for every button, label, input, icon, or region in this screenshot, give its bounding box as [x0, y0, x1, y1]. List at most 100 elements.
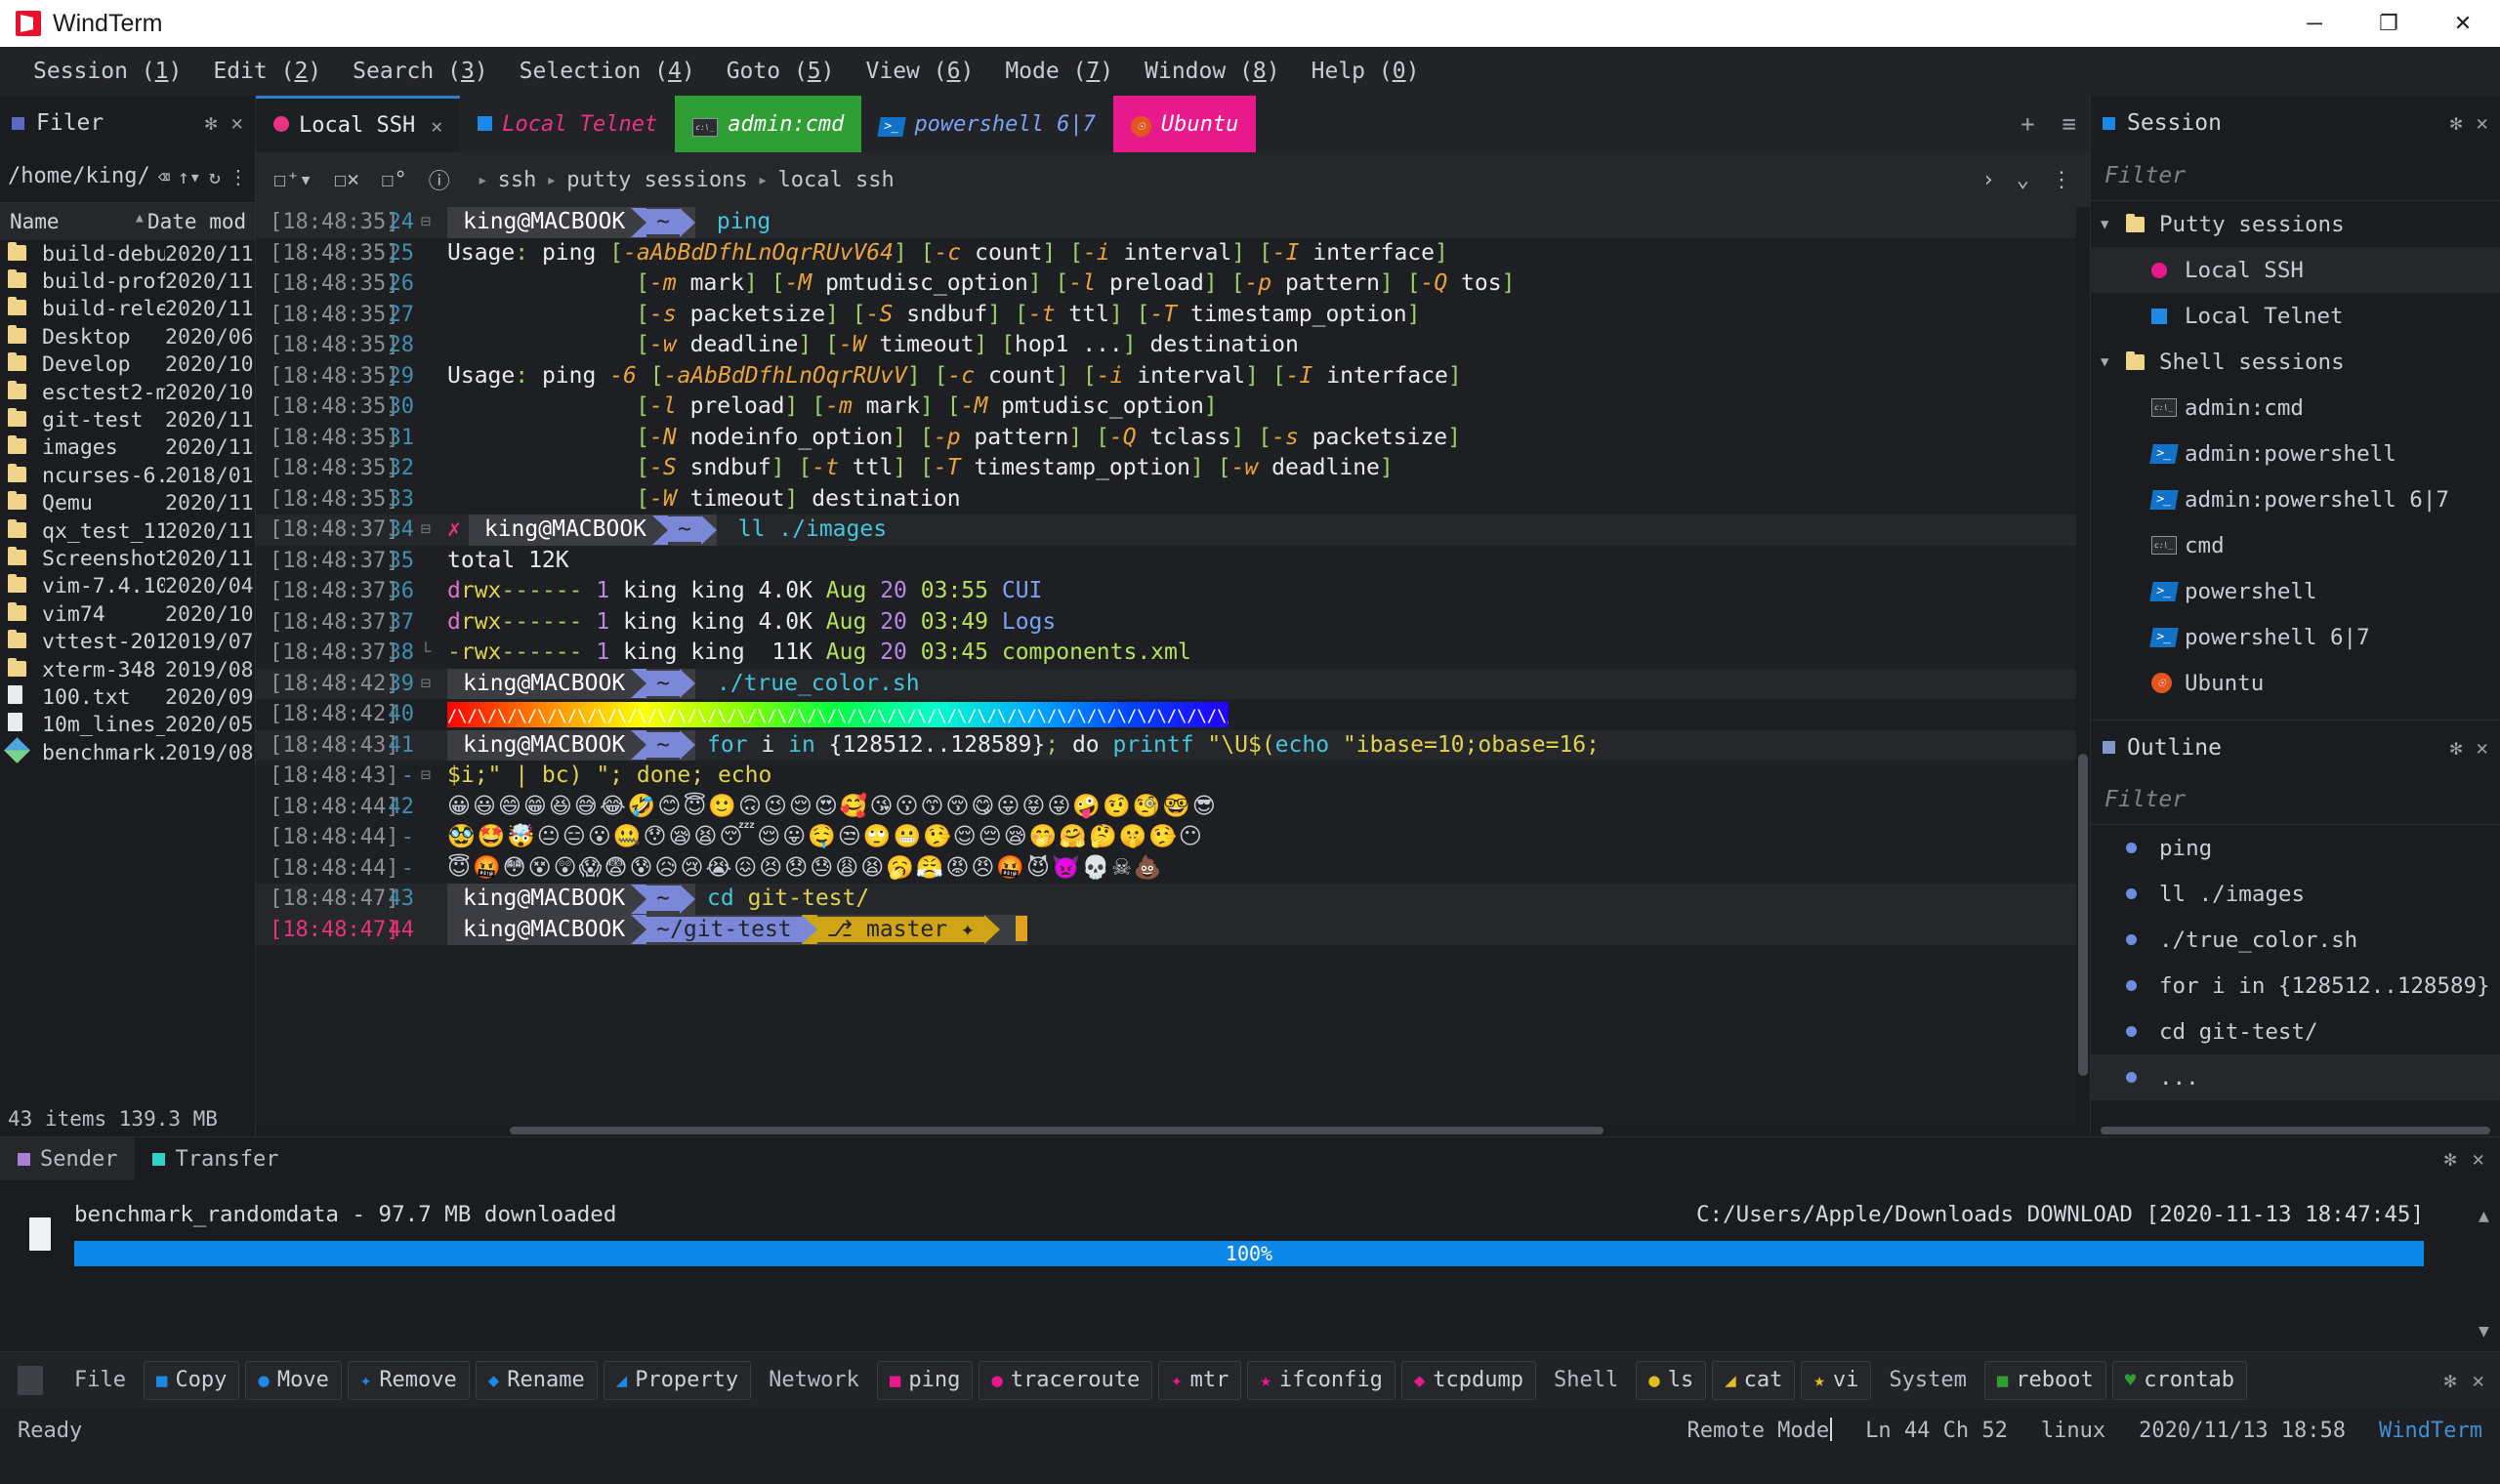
menu-item-mode[interactable]: Mode (7): [989, 47, 1129, 96]
tab-close-icon[interactable]: ✕: [431, 114, 442, 138]
terminal-fold-marker[interactable]: [414, 699, 438, 730]
session-group-putty[interactable]: ▼ Putty sessions: [2091, 201, 2500, 247]
clear-path-icon[interactable]: ⌫: [158, 165, 170, 188]
path-input[interactable]: /home/king/: [8, 164, 150, 188]
toolbar-button-reboot[interactable]: ■ reboot: [1983, 1360, 2106, 1400]
outline-settings-gear-icon[interactable]: ✻: [2450, 736, 2463, 760]
toolbar-button-ping[interactable]: ■ ping: [876, 1360, 974, 1400]
session-group-shell[interactable]: ▼ Shell sessions: [2091, 339, 2500, 385]
outline-item[interactable]: ping: [2091, 825, 2500, 871]
menu-item-goto[interactable]: Goto (5): [711, 47, 851, 96]
column-name[interactable]: Name: [0, 210, 147, 233]
file-list[interactable]: build-debug2020/11/build-profile2020/11/…: [0, 240, 255, 1101]
terminal-fold-marker[interactable]: [414, 238, 438, 269]
session-settings-gear-icon[interactable]: ✻: [2450, 111, 2463, 135]
terminal-fold-marker[interactable]: [414, 300, 438, 331]
close-button[interactable]: ✕: [2426, 0, 2500, 47]
list-item[interactable]: vim74 2020/10/: [0, 600, 255, 628]
status-mode[interactable]: Remote Mode: [1687, 1418, 1833, 1443]
list-item[interactable]: build-profile2020/11/: [0, 268, 255, 295]
tab-menu-button[interactable]: ≡: [2049, 96, 2090, 152]
terminal-fold-marker[interactable]: [414, 453, 438, 484]
list-item[interactable]: vttest-201907102019/07/: [0, 628, 255, 655]
bottom-toolbar-gear-icon[interactable]: ✻: [2444, 1369, 2457, 1392]
terminal-fold-marker[interactable]: [414, 361, 438, 392]
list-item[interactable]: ncurses-6.12018/01/: [0, 462, 255, 489]
toolbar-button-property[interactable]: ◢ Property: [603, 1360, 752, 1400]
list-item[interactable]: 10m_lines_foo.t…2020/05/: [0, 712, 255, 739]
column-date[interactable]: Date mod: [136, 210, 255, 233]
toolbar-button-cat[interactable]: ◢ cat: [1712, 1360, 1796, 1400]
transfer-settings-gear-icon[interactable]: ✻: [2444, 1147, 2457, 1171]
list-item[interactable]: xterm-348 2019/08/: [0, 656, 255, 683]
terminal-fold-marker[interactable]: [414, 484, 438, 515]
breadcrumb-forward-icon[interactable]: ›: [1975, 168, 2003, 192]
list-item[interactable]: qx_test_112020/11/: [0, 517, 255, 545]
session-info-icon[interactable]: ⓘ: [421, 164, 458, 195]
list-item[interactable]: build-debug2020/11/: [0, 240, 255, 268]
terminal-viewport[interactable]: [18:48:35] 24 ⊟ king@MACBOOK ~ ping [18:48:35…: [256, 207, 2090, 1125]
outline-close-icon[interactable]: ✕: [2476, 736, 2488, 760]
terminal-fold-marker[interactable]: ⊟: [414, 669, 438, 700]
toolbar-button-move[interactable]: ● Move: [245, 1360, 342, 1400]
terminal-fold-marker[interactable]: [414, 607, 438, 639]
menu-item-edit[interactable]: Edit (2): [197, 47, 337, 96]
toolbar-button-copy[interactable]: ■ Copy: [143, 1360, 240, 1400]
outline-item[interactable]: for i in {128512..128589}: [2091, 963, 2500, 1009]
terminal-horizontal-scrollbar[interactable]: [256, 1125, 2090, 1136]
terminal-fold-marker[interactable]: [414, 546, 438, 577]
session-filter-input[interactable]: Filter: [2091, 150, 2500, 201]
terminal-fold-marker[interactable]: [414, 268, 438, 300]
tab-transfer[interactable]: Transfer: [135, 1137, 296, 1180]
outline-item[interactable]: ./true_color.sh: [2091, 917, 2500, 963]
menu-item-search[interactable]: Search (3): [337, 47, 504, 96]
list-item[interactable]: images 2020/11/: [0, 434, 255, 462]
list-item[interactable]: vim-7.4.10792020/04/: [0, 573, 255, 600]
list-item[interactable]: esctest2-master2020/10/: [0, 379, 255, 406]
refresh-icon[interactable]: ↻: [209, 165, 221, 188]
breadcrumb-expand-icon[interactable]: ⌄: [2009, 168, 2037, 192]
tab-local-telnet[interactable]: Local Telnet: [460, 96, 675, 152]
toolbar-button-ifconfig[interactable]: ★ ifconfig: [1247, 1360, 1396, 1400]
terminal-fold-marker[interactable]: [414, 822, 438, 853]
terminal-fold-marker[interactable]: [414, 576, 438, 607]
menu-item-selection[interactable]: Selection (4): [504, 47, 711, 96]
toolbar-collapse-icon[interactable]: [18, 1365, 43, 1395]
duplicate-session-icon[interactable]: ☐°: [373, 168, 415, 192]
terminal-fold-marker[interactable]: [414, 884, 438, 915]
terminal-fold-marker[interactable]: ⊟: [414, 207, 438, 238]
close-session-icon[interactable]: ☐×: [326, 168, 368, 192]
status-cursor-position[interactable]: Ln 44 Ch 52: [1865, 1419, 2008, 1443]
session-item-powershell-6-7[interactable]: >_ powershell 6|7: [2091, 614, 2500, 660]
bottom-toolbar-close-icon[interactable]: ✕: [2472, 1369, 2484, 1392]
toolbar-button-traceroute[interactable]: ● traceroute: [979, 1360, 1153, 1400]
list-item[interactable]: benchmark.sh2019/08/: [0, 736, 255, 766]
menu-item-view[interactable]: View (6): [851, 47, 990, 96]
list-item[interactable]: Desktop 2020/06/: [0, 323, 255, 350]
filer-settings-gear-icon[interactable]: ✻: [205, 111, 218, 135]
terminal-vertical-scrollbar[interactable]: [2076, 207, 2090, 1125]
terminal-output[interactable]: [18:48:35] 24 ⊟ king@MACBOOK ~ ping [18:48:35…: [256, 207, 2076, 1125]
session-item-admin-powershell-6-7[interactable]: >_ admin:powershell 6|7: [2091, 476, 2500, 522]
terminal-fold-marker[interactable]: ⊟: [414, 515, 438, 546]
transfer-close-icon[interactable]: ✕: [2472, 1147, 2484, 1171]
session-item-local-ssh[interactable]: Local SSH: [2091, 247, 2500, 293]
list-item[interactable]: git-test 2020/11/: [0, 406, 255, 433]
add-tab-button[interactable]: +: [2007, 96, 2048, 152]
session-item-cmd[interactable]: c:\_ cmd: [2091, 522, 2500, 568]
terminal-fold-marker[interactable]: └: [414, 638, 438, 669]
terminal-fold-marker[interactable]: [414, 330, 438, 361]
toolbar-more-icon[interactable]: ⋮: [2043, 168, 2080, 192]
session-tree[interactable]: ▼ Putty sessions Local SSH Local Telnet ▼ She…: [2091, 201, 2500, 706]
session-item-admin-cmd[interactable]: c:\_ admin:cmd: [2091, 385, 2500, 431]
transfer-scroll-controls[interactable]: ▲ ▼: [2479, 1202, 2500, 1351]
list-item[interactable]: Qemu 2020/11/: [0, 490, 255, 517]
group-chevron-down-icon[interactable]: ▼: [2101, 217, 2126, 232]
toolbar-button-ls[interactable]: ● ls: [1636, 1360, 1707, 1400]
terminal-fold-marker[interactable]: [414, 423, 438, 454]
toolbar-button-rename[interactable]: ◆ Rename: [475, 1360, 598, 1400]
terminal-fold-marker[interactable]: ⊟: [414, 761, 438, 792]
terminal-fold-marker[interactable]: [414, 792, 438, 823]
outline-list[interactable]: ping ll ./images ./true_color.sh for i in {…: [2091, 825, 2500, 1100]
session-item-powershell[interactable]: >_ powershell: [2091, 568, 2500, 614]
